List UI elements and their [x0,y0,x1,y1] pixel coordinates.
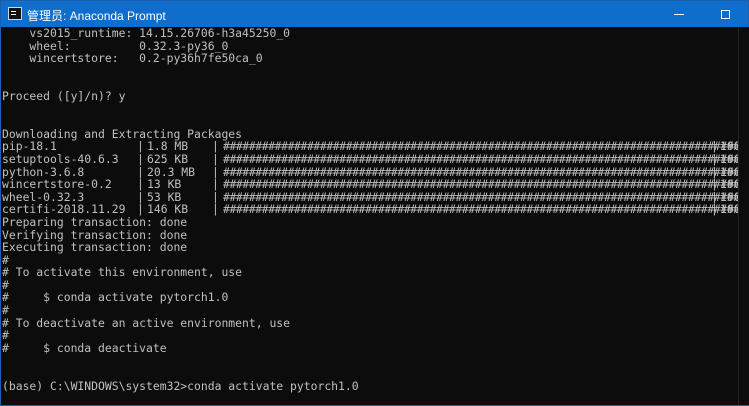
column-separator: | [212,202,219,217]
package-name: setuptools-40.6.3 [2,151,119,166]
package-size: 13 KB [147,177,182,192]
progress-percent: 100% [720,151,738,166]
progress-percent: 100% [720,177,738,192]
minimize-icon [674,13,684,15]
package-name: wincertstore-0.2 [2,177,112,192]
console-output[interactable]: vs2015_runtime: 14.15.26706-h3a45250_0 w… [2,27,738,405]
console-line: # [2,303,9,318]
column-separator: | [137,151,144,166]
console-top-lines: vs2015_runtime: 14.15.26706-h3a45250_0 w… [2,27,738,140]
terminal-icon [8,7,22,20]
title-bar[interactable]: 管理员: Anaconda Prompt [1,1,748,27]
console-line: Preparing transaction: done [2,214,188,229]
maximize-button[interactable] [702,1,748,27]
column-separator: | [212,151,219,166]
minimize-button[interactable] [656,1,702,27]
progress-percent: 100% [720,202,738,217]
console-line: # [2,328,9,343]
console-line: # $ conda deactivate [2,340,167,355]
vertical-scrollbar[interactable] [738,27,749,405]
console-line: Proceed ([y]/n)? y [2,88,126,103]
console-bottom-lines: Preparing transaction: done Verifying tra… [2,216,738,405]
window-title: 管理员: Anaconda Prompt [27,9,166,23]
column-separator: | [212,177,219,192]
console-line: wincertstore: 0.2-py36h7fe50ca_0 [2,51,263,66]
console-line: (base) C:\WINDOWS\system32>conda activat… [2,378,359,393]
package-row: wincertstore-0.2 | 13 KB | #################… [2,178,738,191]
package-download-table: pip-18.1 | 1.8 MB | ########################… [2,140,738,216]
column-separator: | [137,177,144,192]
package-row: certifi-2018.11.29 | 146 KB | ##############… [2,203,738,216]
progress-bar-text: ########################################… [223,151,738,166]
maximize-icon [720,9,730,19]
column-separator: | [137,202,144,217]
console-line: # $ conda activate pytorch1.0 [2,290,229,305]
console-line: # To deactivate an active environment, u… [2,315,291,330]
column-separator: | [711,177,718,192]
console-line: vs2015_runtime: 14.15.26706-h3a45250_0 [2,27,291,40]
package-size: 146 KB [147,202,189,217]
package-size: 625 KB [147,151,189,166]
package-row: setuptools-40.6.3 | 625 KB | ###############… [2,153,738,166]
column-separator: | [711,151,718,166]
console-window: 管理员: Anaconda Prompt vs2015_runtime: 14.… [0,0,749,406]
package-name: certifi-2018.11.29 [2,202,126,217]
progress-bar-text: ########################################… [223,202,738,217]
console-line: # To activate this environment, use [2,265,243,280]
column-separator: | [711,202,718,217]
progress-bar-text: ########################################… [223,177,738,192]
console-line: Executing transaction: done [2,240,188,255]
